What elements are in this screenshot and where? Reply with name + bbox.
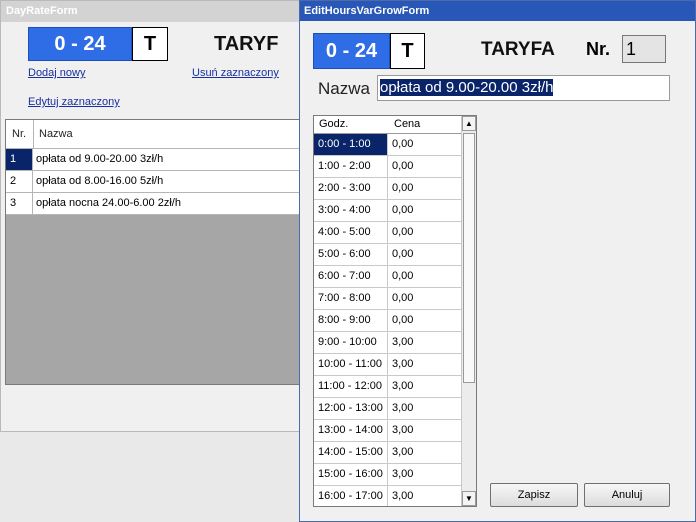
tariff-list-grid[interactable]: Nr. Nazwa 1 opłata od 9.00-20.00 3zł/h 2…	[5, 119, 301, 385]
table-row[interactable]: 6:00 - 7:00 0,00	[314, 266, 463, 288]
nr-label: Nr.	[586, 39, 611, 59]
scroll-thumb[interactable]	[463, 133, 475, 383]
row-nr: 1	[6, 149, 33, 170]
scroll-down-icon[interactable]: ▼	[462, 491, 476, 506]
tariff-number-field: 1	[622, 35, 666, 63]
window-title: DayRateForm	[1, 1, 299, 22]
hours-cell: 2:00 - 3:00	[314, 178, 388, 199]
price-cell[interactable]: 0,00	[389, 310, 413, 331]
window-title: EditHoursVarGrowForm	[300, 1, 695, 21]
column-header-hours: Godz.	[319, 118, 349, 130]
hours-cell: 7:00 - 8:00	[314, 288, 388, 309]
save-button[interactable]: Zapisz	[490, 483, 578, 507]
hours-cell: 14:00 - 15:00	[314, 442, 388, 463]
price-cell[interactable]: 3,00	[389, 442, 413, 463]
range-badge: 0 - 24	[313, 33, 390, 69]
column-header-nr: Nr.	[12, 128, 27, 140]
delete-selected-link[interactable]: Usuń zaznaczony	[192, 67, 279, 79]
row-name: opłata od 8.00-16.00 5zł/h	[36, 175, 164, 187]
price-cell[interactable]: 3,00	[389, 332, 413, 353]
hours-cell: 8:00 - 9:00	[314, 310, 388, 331]
price-cell[interactable]: 3,00	[389, 376, 413, 397]
table-row[interactable]: 11:00 - 12:00 3,00	[314, 376, 463, 398]
price-cell[interactable]: 0,00	[389, 266, 413, 287]
hours-cell: 13:00 - 14:00	[314, 420, 388, 441]
column-header-name: Nazwa	[39, 128, 73, 140]
row-name: opłata nocna 24.00-6.00 2zł/h	[36, 197, 181, 209]
price-cell[interactable]: 3,00	[389, 398, 413, 419]
table-row[interactable]: 16:00 - 17:00 3,00	[314, 486, 463, 506]
price-cell[interactable]: 0,00	[389, 178, 413, 199]
column-header-price: Cena	[394, 118, 421, 130]
price-cell[interactable]: 3,00	[389, 354, 413, 375]
table-row[interactable]: 2:00 - 3:00 0,00	[314, 178, 463, 200]
hours-cell: 15:00 - 16:00	[314, 464, 388, 485]
hours-cell: 5:00 - 6:00	[314, 244, 388, 265]
table-row[interactable]: 3:00 - 4:00 0,00	[314, 200, 463, 222]
price-cell[interactable]: 3,00	[389, 486, 413, 506]
table-row[interactable]: 1:00 - 2:00 0,00	[314, 156, 463, 178]
hours-cell: 0:00 - 1:00	[314, 134, 388, 155]
grid-header: Nr. Nazwa	[6, 120, 300, 149]
row-name: opłata od 9.00-20.00 3zł/h	[36, 153, 164, 165]
range-badge: 0 - 24	[28, 27, 132, 61]
page-heading: TARYFA	[481, 39, 555, 60]
name-input[interactable]: opłata od 9.00-20.00 3zł/h	[377, 75, 670, 101]
table-row[interactable]: 12:00 - 13:00 3,00	[314, 398, 463, 420]
day-rate-form-window: DayRateForm 0 - 24 T TARYF Dodaj nowy Us…	[0, 0, 301, 432]
header-divider	[33, 120, 34, 148]
table-row[interactable]: 8:00 - 9:00 0,00	[314, 310, 463, 332]
add-new-link[interactable]: Dodaj nowy	[28, 67, 85, 79]
table-row[interactable]: 10:00 - 11:00 3,00	[314, 354, 463, 376]
table-row[interactable]: 1 opłata od 9.00-20.00 3zł/h	[6, 149, 300, 171]
price-cell[interactable]: 3,00	[389, 420, 413, 441]
hours-cell: 4:00 - 5:00	[314, 222, 388, 243]
scroll-up-icon[interactable]: ▲	[462, 116, 476, 131]
table-row[interactable]: 3 opłata nocna 24.00-6.00 2zł/h	[6, 193, 300, 215]
price-cell[interactable]: 0,00	[389, 134, 413, 155]
hours-cell: 10:00 - 11:00	[314, 354, 388, 375]
price-cell[interactable]: 3,00	[389, 464, 413, 485]
hours-cell: 12:00 - 13:00	[314, 398, 388, 419]
hours-cell: 16:00 - 17:00	[314, 486, 388, 506]
table-row[interactable]: 13:00 - 14:00 3,00	[314, 420, 463, 442]
price-cell[interactable]: 0,00	[389, 222, 413, 243]
table-row[interactable]: 0:00 - 1:00 0,00	[314, 134, 463, 156]
name-input-value: opłata od 9.00-20.00 3zł/h	[380, 79, 554, 96]
row-nr: 2	[6, 171, 33, 192]
hours-price-grid[interactable]: Godz. Cena 0:00 - 1:00 0,00 1:00 - 2:00 0,0…	[313, 115, 477, 507]
table-row[interactable]: 2 opłata od 8.00-16.00 5zł/h	[6, 171, 300, 193]
cancel-button[interactable]: Anuluj	[584, 483, 670, 507]
row-nr: 3	[6, 193, 33, 214]
hours-cell: 6:00 - 7:00	[314, 266, 388, 287]
tariff-type-box: T	[390, 33, 425, 69]
page-heading: TARYF	[214, 33, 279, 55]
table-row[interactable]: 4:00 - 5:00 0,00	[314, 222, 463, 244]
price-cell[interactable]: 0,00	[389, 288, 413, 309]
table-row[interactable]: 14:00 - 15:00 3,00	[314, 442, 463, 464]
table-row[interactable]: 15:00 - 16:00 3,00	[314, 464, 463, 486]
grid-header: Godz. Cena	[314, 116, 463, 134]
hours-cell: 3:00 - 4:00	[314, 200, 388, 221]
table-row[interactable]: 7:00 - 8:00 0,00	[314, 288, 463, 310]
edit-hours-form-window: EditHoursVarGrowForm 0 - 24 T TARYFA Nr.…	[299, 0, 696, 522]
price-cell[interactable]: 0,00	[389, 156, 413, 177]
hours-cell: 1:00 - 2:00	[314, 156, 388, 177]
vertical-scrollbar[interactable]: ▲ ▼	[461, 116, 476, 506]
edit-selected-link[interactable]: Edytuj zaznaczony	[28, 96, 120, 108]
tariff-type-box: T	[132, 27, 168, 61]
hours-cell: 11:00 - 12:00	[314, 376, 388, 397]
price-cell[interactable]: 0,00	[389, 200, 413, 221]
name-label: Nazwa	[318, 79, 370, 98]
price-cell[interactable]: 0,00	[389, 244, 413, 265]
table-row[interactable]: 5:00 - 6:00 0,00	[314, 244, 463, 266]
table-row[interactable]: 9:00 - 10:00 3,00	[314, 332, 463, 354]
hours-cell: 9:00 - 10:00	[314, 332, 388, 353]
